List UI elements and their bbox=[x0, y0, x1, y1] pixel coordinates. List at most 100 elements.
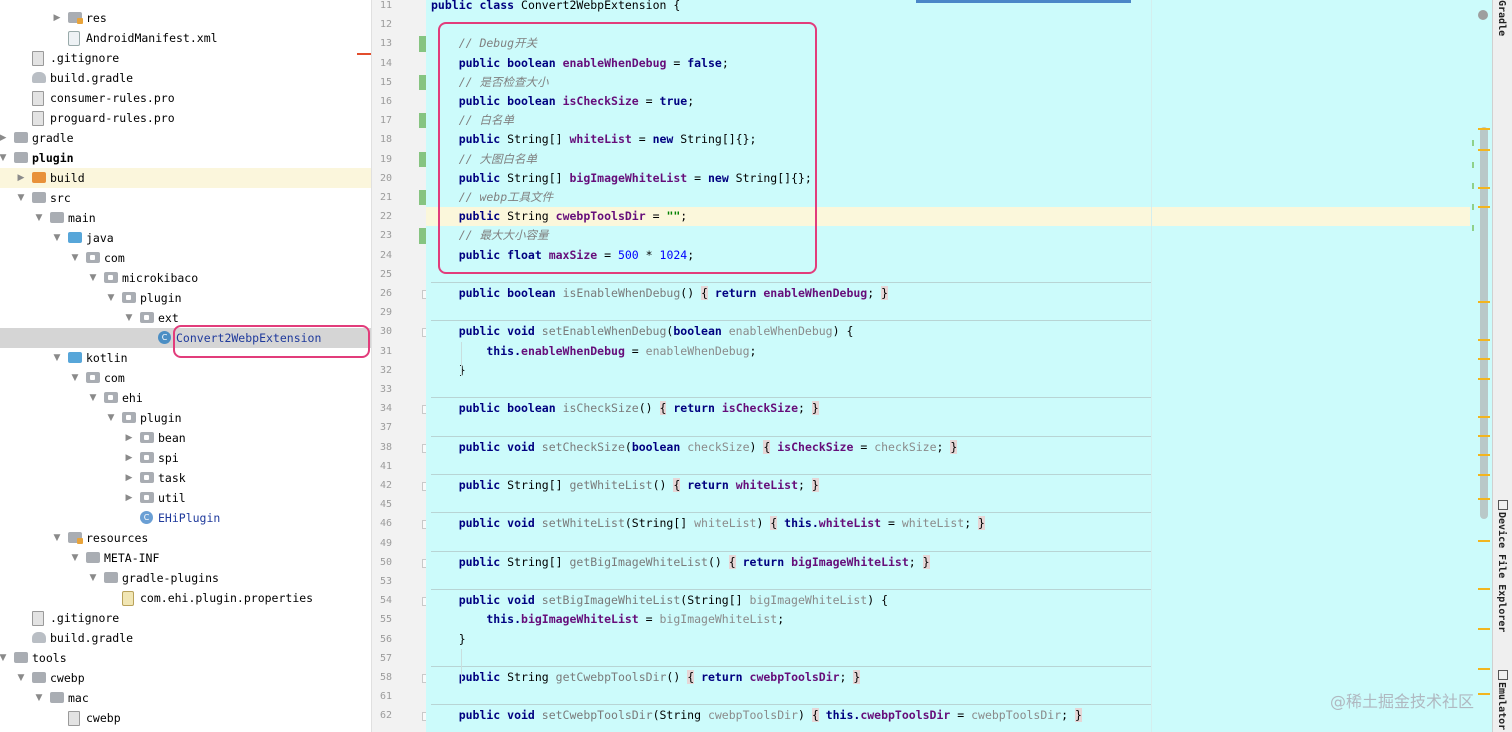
chevron-down-icon[interactable]: ▼ bbox=[70, 548, 80, 568]
chevron-down-icon[interactable]: ▼ bbox=[52, 528, 62, 548]
chevron-down-icon[interactable]: ▼ bbox=[70, 248, 80, 268]
code-line[interactable]: this.bigImageWhiteList = bigImageWhiteLi… bbox=[431, 610, 784, 629]
tree-item[interactable]: .gitignore bbox=[0, 608, 371, 628]
warning-marker[interactable] bbox=[1478, 498, 1490, 500]
warning-marker[interactable] bbox=[1478, 128, 1490, 130]
tree-item[interactable]: ▼ resources bbox=[0, 528, 371, 548]
warning-marker[interactable] bbox=[1478, 187, 1490, 189]
chevron-down-icon[interactable]: ▼ bbox=[0, 648, 8, 668]
tree-item[interactable]: .gitignore bbox=[0, 48, 371, 68]
chevron-down-icon[interactable]: ▼ bbox=[34, 208, 44, 228]
tree-item[interactable]: ▼ META-INF bbox=[0, 548, 371, 568]
tree-item[interactable]: ▼ plugin bbox=[0, 408, 371, 428]
tree-item[interactable]: ▼ com bbox=[0, 368, 371, 388]
tree-item[interactable]: ▼ plugin bbox=[0, 148, 371, 168]
tree-item[interactable]: ▶ util bbox=[0, 488, 371, 508]
chevron-down-icon[interactable]: ▼ bbox=[52, 228, 62, 248]
chevron-down-icon[interactable]: ▼ bbox=[88, 568, 98, 588]
chevron-right-icon[interactable]: ▶ bbox=[0, 128, 8, 148]
chevron-down-icon[interactable]: ▼ bbox=[106, 408, 116, 428]
tree-item-label: ext bbox=[158, 311, 179, 325]
tree-item[interactable]: cwebp bbox=[0, 708, 371, 728]
code-line[interactable]: public void setCheckSize(boolean checkSi… bbox=[431, 438, 958, 457]
code-line[interactable]: this.enableWhenDebug = enableWhenDebug; bbox=[431, 342, 756, 361]
chevron-right-icon[interactable]: ▶ bbox=[52, 8, 62, 28]
tree-item[interactable]: consumer-rules.pro bbox=[0, 88, 371, 108]
chevron-right-icon[interactable]: ▶ bbox=[124, 468, 134, 488]
chevron-right-icon[interactable]: ▶ bbox=[16, 168, 26, 188]
tree-item[interactable]: ▼ java bbox=[0, 228, 371, 248]
tree-item[interactable]: ▶ spi bbox=[0, 448, 371, 468]
device-file-explorer-tool-tab[interactable]: Device File Explorer bbox=[1496, 512, 1507, 632]
tree-item[interactable]: C EHiPlugin bbox=[0, 508, 371, 528]
tree-item[interactable]: ▶ res bbox=[0, 8, 371, 28]
chevron-down-icon[interactable]: ▼ bbox=[88, 268, 98, 288]
warning-marker[interactable] bbox=[1478, 358, 1490, 360]
warning-marker[interactable] bbox=[1478, 668, 1490, 670]
folder-icon bbox=[50, 692, 64, 703]
code-line[interactable]: public String getCwebpToolsDir() { retur… bbox=[431, 668, 861, 687]
tree-item[interactable]: ▶ build bbox=[0, 168, 371, 188]
tree-item[interactable]: ▼ mac bbox=[0, 688, 371, 708]
emulator-tool-tab[interactable]: Emulator bbox=[1496, 682, 1507, 730]
warning-marker[interactable] bbox=[1478, 628, 1490, 630]
tree-item[interactable]: ▼ cwebp bbox=[0, 668, 371, 688]
chevron-down-icon[interactable]: ▼ bbox=[70, 368, 80, 388]
warning-marker[interactable] bbox=[1478, 540, 1490, 542]
tree-item[interactable]: AndroidManifest.xml bbox=[0, 28, 371, 48]
warning-marker[interactable] bbox=[1478, 454, 1490, 456]
code-line[interactable]: public void setEnableWhenDebug(boolean e… bbox=[431, 322, 854, 341]
gradle-tool-tab[interactable]: Gradle bbox=[1496, 0, 1507, 36]
warning-marker[interactable] bbox=[1478, 693, 1490, 695]
tree-item[interactable]: ▼ src bbox=[0, 188, 371, 208]
tree-item[interactable]: com.ehi.plugin.properties bbox=[0, 588, 371, 608]
chevron-right-icon[interactable]: ▶ bbox=[124, 488, 134, 508]
warning-marker[interactable] bbox=[1478, 301, 1490, 303]
scrollbar-thumb[interactable] bbox=[1480, 127, 1488, 519]
tree-item[interactable]: build.gradle bbox=[0, 628, 371, 648]
chevron-down-icon[interactable]: ▼ bbox=[52, 348, 62, 368]
tree-item[interactable]: ▼ gradle-plugins bbox=[0, 568, 371, 588]
tree-item[interactable]: ▼ plugin bbox=[0, 288, 371, 308]
code-line[interactable]: public class Convert2WebpExtension { bbox=[431, 0, 680, 15]
tree-item[interactable]: proguard-rules.pro bbox=[0, 108, 371, 128]
code-line[interactable]: public void setCwebpToolsDir(String cweb… bbox=[431, 706, 1082, 725]
warning-marker[interactable] bbox=[1478, 378, 1490, 380]
tree-item[interactable]: ▶ task bbox=[0, 468, 371, 488]
tree-item[interactable]: ▼ com bbox=[0, 248, 371, 268]
warning-marker[interactable] bbox=[1478, 416, 1490, 418]
code-line[interactable]: public String[] getWhiteList() { return … bbox=[431, 476, 819, 495]
warning-marker[interactable] bbox=[1478, 339, 1490, 341]
chevron-down-icon[interactable]: ▼ bbox=[124, 308, 134, 328]
inspection-status-icon[interactable] bbox=[1478, 10, 1488, 20]
folder-icon bbox=[14, 652, 28, 663]
chevron-down-icon[interactable]: ▼ bbox=[34, 688, 44, 708]
warning-marker[interactable] bbox=[1478, 149, 1490, 151]
tree-item[interactable]: ▼ microkibaco bbox=[0, 268, 371, 288]
chevron-down-icon[interactable]: ▼ bbox=[0, 148, 8, 168]
tree-item[interactable]: ▼ main bbox=[0, 208, 371, 228]
chevron-down-icon[interactable]: ▼ bbox=[16, 668, 26, 688]
code-line[interactable]: public String[] getBigImageWhiteList() {… bbox=[431, 553, 930, 572]
tree-item[interactable]: ▶ gradle bbox=[0, 128, 371, 148]
code-line[interactable]: public boolean isEnableWhenDebug() { ret… bbox=[431, 284, 889, 303]
chevron-down-icon[interactable]: ▼ bbox=[106, 288, 116, 308]
tree-item[interactable]: ▼ tools bbox=[0, 648, 371, 668]
warning-marker[interactable] bbox=[1478, 206, 1490, 208]
chevron-right-icon[interactable]: ▶ bbox=[124, 448, 134, 468]
chevron-down-icon[interactable]: ▼ bbox=[16, 188, 26, 208]
chevron-down-icon[interactable]: ▼ bbox=[88, 388, 98, 408]
chevron-right-icon[interactable]: ▶ bbox=[124, 428, 134, 448]
project-tree[interactable]: ▶ res AndroidManifest.xml .gitignore build.g… bbox=[0, 0, 371, 732]
code-line[interactable]: public boolean isCheckSize() { return is… bbox=[431, 399, 819, 418]
tree-item[interactable]: build.gradle bbox=[0, 68, 371, 88]
tree-item[interactable]: ▼ ehi bbox=[0, 388, 371, 408]
code-line[interactable]: public void setWhiteList(String[] whiteL… bbox=[431, 514, 985, 533]
warning-marker[interactable] bbox=[1478, 588, 1490, 590]
code-line[interactable]: public void setBigImageWhiteList(String[… bbox=[431, 591, 888, 610]
warning-marker[interactable] bbox=[1478, 474, 1490, 476]
line-number: 23 bbox=[379, 230, 392, 242]
tree-item[interactable]: ▶ bean bbox=[0, 428, 371, 448]
code-line[interactable]: } bbox=[431, 630, 466, 649]
warning-marker[interactable] bbox=[1478, 435, 1490, 437]
